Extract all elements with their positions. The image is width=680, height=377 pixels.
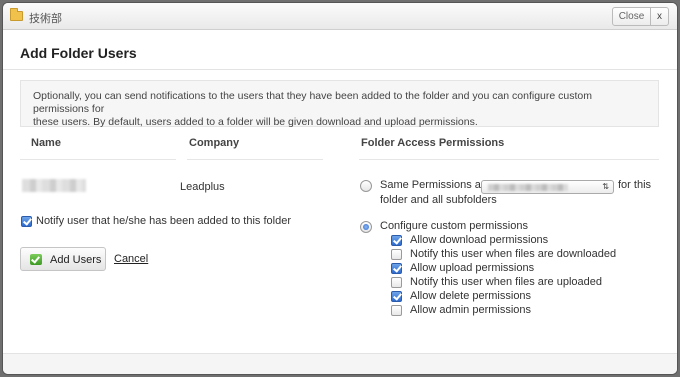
notify-user-checkbox[interactable] xyxy=(21,216,32,227)
allow-delete-label: Allow delete permissions xyxy=(410,290,532,302)
notify-upload-label: Notify this user when files are uploaded xyxy=(410,276,602,288)
select-arrows-icon: ⇅ xyxy=(602,182,609,191)
notify-download-label: Notify this user when files are download… xyxy=(410,248,617,260)
allow-download-checkbox[interactable] xyxy=(391,235,402,246)
user-company: Leadplus xyxy=(180,181,225,193)
company-column-header: Company xyxy=(189,137,240,149)
check-icon xyxy=(30,254,42,265)
add-folder-users-dialog: 技術部 Close x Add Folder Users Optionally,… xyxy=(3,3,677,374)
allow-admin-label: Allow admin permissions xyxy=(410,304,532,316)
notify-download-checkbox[interactable] xyxy=(391,249,402,260)
custom-permissions-label: Configure custom permissions xyxy=(380,220,528,232)
info-text-line2: these users. By default, users added to … xyxy=(33,116,478,128)
window-title: 技術部 xyxy=(29,13,62,25)
allow-admin-checkbox[interactable] xyxy=(391,305,402,316)
dialog-footer xyxy=(3,354,677,374)
add-users-button[interactable]: Add Users xyxy=(20,247,106,271)
divider xyxy=(187,159,323,160)
divider xyxy=(359,159,659,160)
add-users-label: Add Users xyxy=(50,254,102,266)
allow-download-label: Allow download permissions xyxy=(410,234,549,246)
allow-upload-checkbox[interactable] xyxy=(391,263,402,274)
close-x-button[interactable]: x xyxy=(650,7,669,26)
same-permissions-radio[interactable] xyxy=(360,180,372,192)
window-titlebar: 技術部 Close x xyxy=(3,3,677,30)
user-name-redacted xyxy=(22,179,86,192)
same-permissions-suffix: for this xyxy=(618,179,652,191)
notify-user-label: Notify user that he/she has been added t… xyxy=(36,215,291,227)
allow-upload-label: Allow upload permissions xyxy=(410,262,535,274)
same-permissions-suffix-line2: folder and all subfolders xyxy=(380,194,497,206)
info-box: Optionally, you can send notifications t… xyxy=(20,80,659,128)
allow-delete-checkbox[interactable] xyxy=(391,291,402,302)
close-button[interactable]: Close xyxy=(612,7,651,26)
same-permissions-select[interactable]: ⇅ xyxy=(481,180,614,194)
select-value-redacted xyxy=(488,184,568,191)
notify-upload-checkbox[interactable] xyxy=(391,277,402,288)
same-permissions-label: Same Permissions as xyxy=(380,179,487,191)
custom-permissions-radio[interactable] xyxy=(360,221,372,233)
divider xyxy=(3,69,677,70)
divider xyxy=(20,159,176,160)
permissions-header: Folder Access Permissions xyxy=(361,137,505,149)
cancel-link[interactable]: Cancel xyxy=(114,253,148,265)
info-text-line1: Optionally, you can send notifications t… xyxy=(33,90,592,115)
folder-icon xyxy=(10,8,23,21)
dialog-heading: Add Folder Users xyxy=(20,45,137,61)
name-column-header: Name xyxy=(31,137,61,149)
